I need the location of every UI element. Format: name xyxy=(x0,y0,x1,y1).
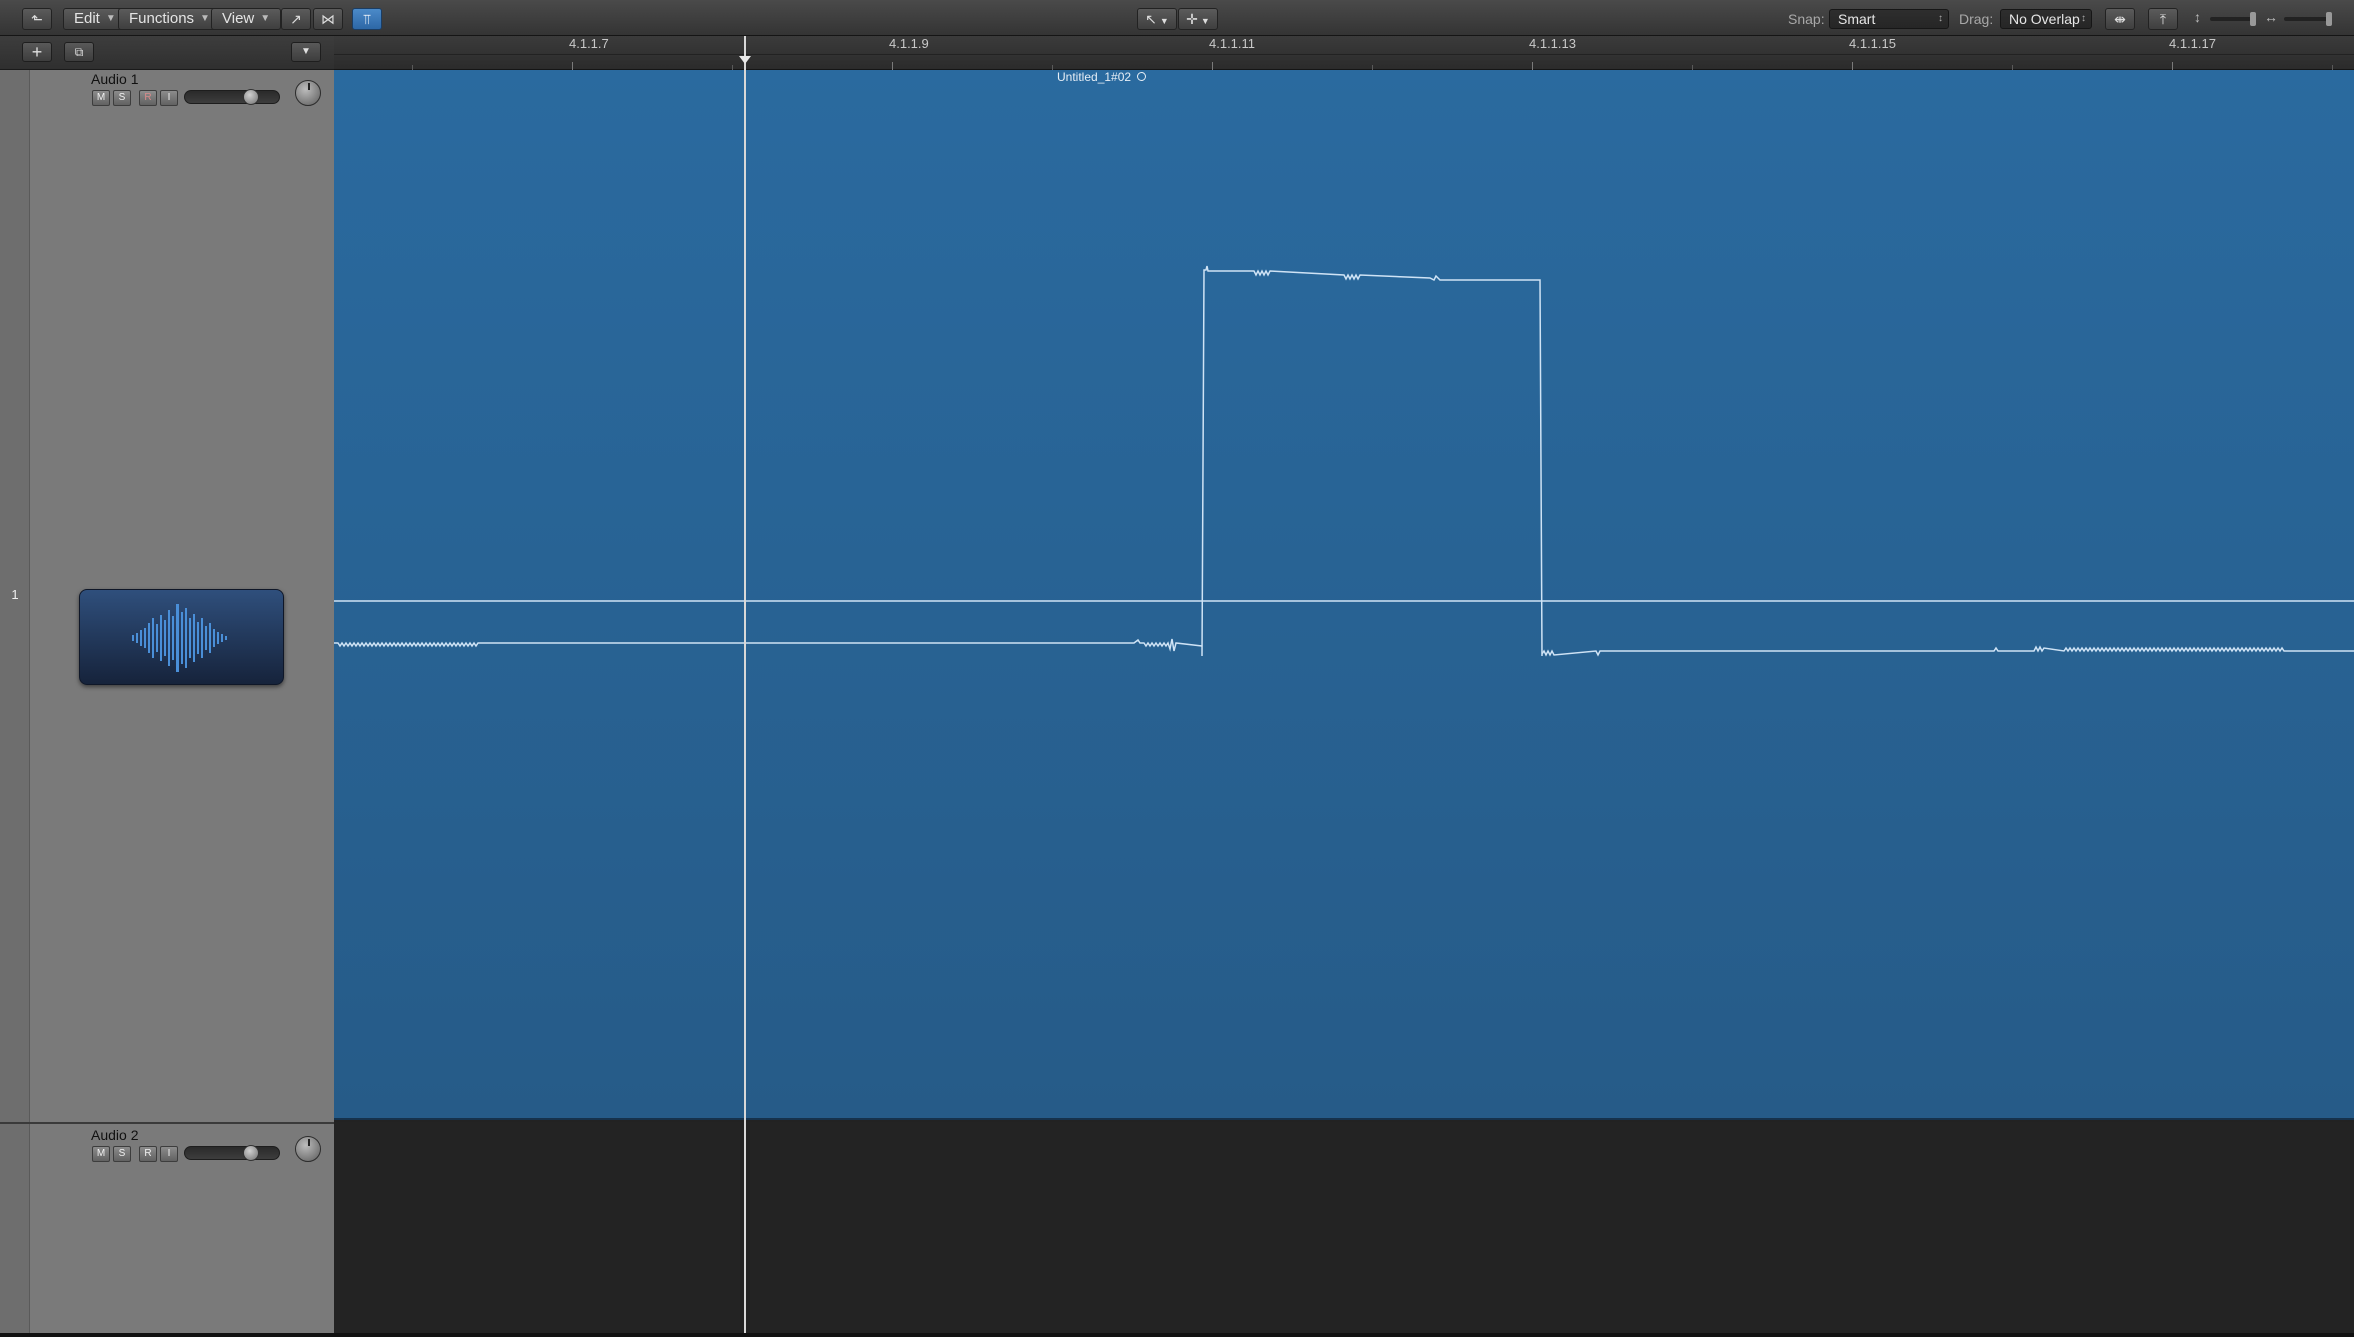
timeline-ruler[interactable]: 4.1.1.7 4.1.1.9 4.1.1.11 4.1.1.13 4.1.1.… xyxy=(334,36,2354,70)
input-button-label: I xyxy=(167,1148,171,1159)
chevron-down-icon[interactable]: ▼ xyxy=(291,42,321,62)
auto-zoom-icon[interactable]: ⤒ xyxy=(2148,8,2178,30)
input-monitor-button[interactable]: I xyxy=(160,1146,178,1162)
horizontal-zoom-knob[interactable] xyxy=(2326,12,2332,26)
drag-label: Drag: xyxy=(1959,11,1994,27)
ruler-label: 4.1.1.9 xyxy=(889,36,929,51)
crosshair-tool-icon[interactable]: ✛ ▼ xyxy=(1178,8,1218,30)
waveform-segment-low-right xyxy=(1541,645,2354,657)
curve-icon[interactable]: ↗ xyxy=(281,8,311,30)
chevron-down-icon: ▼ xyxy=(260,13,271,24)
pointer-tool-icon[interactable]: ↖ ▼ xyxy=(1137,8,1177,30)
horizontal-zoom-icon: ↔ xyxy=(2264,9,2278,25)
solo-button[interactable]: S xyxy=(113,1146,131,1162)
window-bottom-border xyxy=(0,1333,2354,1337)
solo-button[interactable]: S xyxy=(113,90,131,106)
region-waveform xyxy=(334,265,2354,657)
waveform-segment-low-left xyxy=(334,638,1203,652)
ruler-tick xyxy=(1212,62,1213,70)
snap-select[interactable]: Smart ↕ xyxy=(1829,9,1949,29)
mute-button-label: M xyxy=(96,1148,106,1159)
ruler-tick xyxy=(1532,62,1533,70)
track-header-audio-1[interactable]: 1 Audio 1 M S R I xyxy=(0,70,334,1122)
ruler-tick xyxy=(572,62,573,70)
track-number: 1 xyxy=(11,587,19,602)
horizontal-zoom-slider[interactable] xyxy=(2284,12,2332,26)
track-header-audio-2[interactable]: Audio 2 M S R I xyxy=(0,1122,334,1333)
functions-menu-button[interactable]: Functions ▼ xyxy=(118,8,221,30)
playhead[interactable] xyxy=(744,36,746,1333)
record-button-label: R xyxy=(144,1148,152,1159)
snap-select-value: Smart xyxy=(1838,11,1876,27)
ruler-tick xyxy=(892,62,893,70)
logic-window: ⬑ Edit ▼ Functions ▼ View ▼ ↗ ⋈ ⫪ ↖ ▼ ✛ ▼ Sna… xyxy=(0,0,2354,1337)
volume-slider-knob[interactable] xyxy=(243,1145,259,1161)
arrange-area[interactable]: Untitled_1#02 xyxy=(334,70,2354,1333)
track-icon[interactable] xyxy=(79,589,284,685)
track-number-column xyxy=(0,1124,30,1333)
record-button-label: R xyxy=(144,92,152,103)
mute-button-label: M xyxy=(96,92,106,103)
waveform-zoom-icon[interactable]: ⇼ xyxy=(2105,8,2135,30)
back-icon[interactable]: ⬑ xyxy=(22,8,52,30)
functions-menu-label: Functions xyxy=(129,10,195,27)
waveform-pulse xyxy=(1201,265,1543,657)
record-enable-button[interactable]: R xyxy=(139,90,157,106)
volume-slider[interactable] xyxy=(184,89,280,105)
solo-button-label: S xyxy=(118,1148,126,1159)
filter-icon[interactable]: ⫪ xyxy=(352,8,382,30)
ruler-label: 4.1.1.15 xyxy=(1849,36,1896,51)
pan-knob[interactable] xyxy=(295,1136,321,1162)
ruler-label: 4.1.1.13 xyxy=(1529,36,1576,51)
pan-knob[interactable] xyxy=(295,80,321,106)
mute-button[interactable]: M xyxy=(92,1146,110,1162)
input-button-label: I xyxy=(167,92,171,103)
input-monitor-button[interactable]: I xyxy=(160,90,178,106)
vertical-zoom-knob[interactable] xyxy=(2250,12,2256,26)
mute-button[interactable]: M xyxy=(92,90,110,106)
view-menu-button[interactable]: View ▼ xyxy=(211,8,282,30)
ruler-divider xyxy=(334,54,2354,55)
drag-select[interactable]: No Overlap ↕ xyxy=(2000,9,2092,29)
drag-select-value: No Overlap xyxy=(2009,11,2080,27)
snap-label: Snap: xyxy=(1788,11,1825,27)
main-toolbar: ⬑ Edit ▼ Functions ▼ View ▼ ↗ ⋈ ⫪ ↖ ▼ ✛ ▼ Sna… xyxy=(0,0,2354,36)
volume-slider[interactable] xyxy=(184,1145,280,1161)
chevron-down-icon: ▼ xyxy=(105,13,116,24)
volume-slider-knob[interactable] xyxy=(243,89,259,105)
track-name[interactable]: Audio 2 xyxy=(91,1127,138,1143)
track-number-column: 1 xyxy=(0,70,30,1122)
track-lane-audio-2[interactable] xyxy=(334,1122,2354,1333)
audio-region[interactable]: Untitled_1#02 xyxy=(334,70,2354,1120)
flex-icon[interactable]: ⋈ xyxy=(313,8,343,30)
ruler-label: 4.1.1.17 xyxy=(2169,36,2216,51)
ruler-tick xyxy=(2172,62,2173,70)
updown-icon: ↕ xyxy=(1938,13,1943,24)
ruler-label: 4.1.1.11 xyxy=(1209,36,1256,51)
waveform-icon xyxy=(132,604,227,672)
vertical-zoom-icon: ↕ xyxy=(2194,9,2201,25)
plus-icon[interactable]: + xyxy=(22,42,52,62)
track-list-header: + ⧉ ▼ xyxy=(0,36,334,70)
updown-icon: ↕ xyxy=(2081,13,2086,24)
track-name[interactable]: Audio 1 xyxy=(91,71,138,87)
solo-button-label: S xyxy=(118,92,126,103)
track-options-icon[interactable]: ⧉ xyxy=(64,42,94,62)
view-menu-label: View xyxy=(222,10,255,27)
ruler-tick xyxy=(1852,62,1853,70)
edit-menu-label: Edit xyxy=(74,10,100,27)
record-enable-button[interactable]: R xyxy=(139,1146,157,1162)
vertical-zoom-slider[interactable] xyxy=(2210,12,2256,26)
ruler-label: 4.1.1.7 xyxy=(569,36,609,51)
chevron-down-icon: ▼ xyxy=(200,13,210,24)
